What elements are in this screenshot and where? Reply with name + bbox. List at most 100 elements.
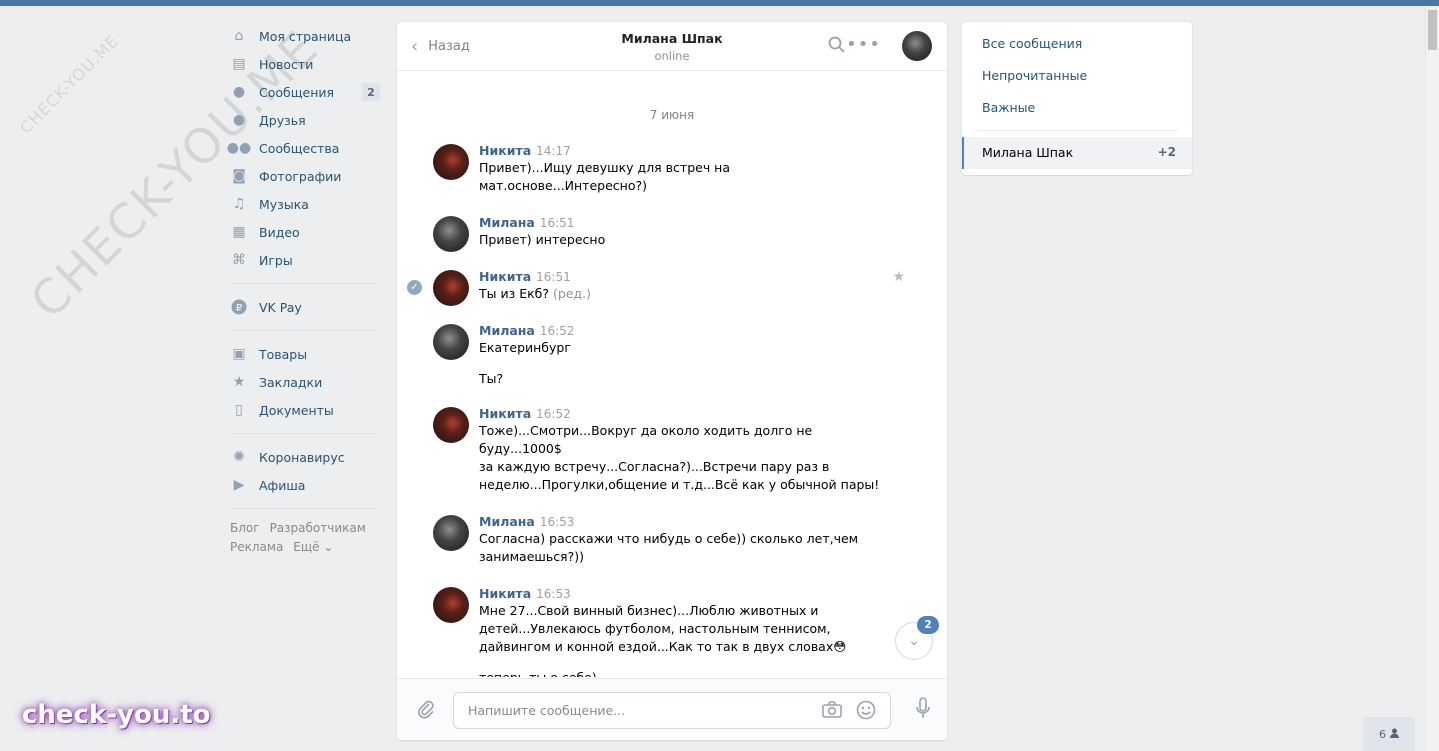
active-chat-name: Милана Шпак (982, 145, 1074, 160)
author-name[interactable]: Милана (479, 323, 535, 338)
play-icon: ▶ (233, 477, 245, 493)
nav-item-label: Сообщения (259, 84, 335, 100)
filter-unread[interactable]: Непрочитанные (982, 68, 1087, 83)
microphone-icon[interactable] (915, 697, 931, 726)
nav-item-games[interactable]: ⌘ Игры (230, 246, 380, 274)
author-name[interactable]: Никита (479, 406, 531, 421)
message-header: Никита 14:17 (479, 143, 887, 159)
nav-item-label: Товары (259, 346, 308, 362)
nav-item-home[interactable]: ⌂ Моя страница (230, 22, 380, 50)
message-input[interactable]: Напишите сообщение... (453, 692, 891, 729)
author-avatar[interactable] (433, 216, 469, 252)
message-item[interactable]: Никита 16:52 Тоже)...Смотри...Вокруг да ок… (397, 406, 947, 494)
message-time[interactable]: 16:52 (536, 407, 571, 421)
message-item[interactable]: Милана 16:53 Согласна) расскажи что нибудь… (397, 514, 947, 566)
nav-item-virus[interactable]: ✺ Коронавирус (230, 443, 380, 471)
author-name[interactable]: Никита (479, 586, 531, 601)
message-filters: Все сообщения Непрочитанные Важные Милан… (962, 22, 1192, 175)
message-item[interactable]: Никита 14:17 Привет)...Ищу девушку для вст… (397, 143, 947, 195)
author-avatar[interactable] (433, 515, 469, 551)
message-body: Согласна) расскажи что нибудь о себе)) с… (479, 531, 859, 564)
author-name[interactable]: Милана (479, 215, 535, 230)
star-icon: ★ (232, 374, 246, 390)
message-time[interactable]: 16:53 (536, 587, 571, 601)
footer-links: Блог Разработчикам Реклама Ещё ⌄ (230, 519, 380, 557)
nav-item-star[interactable]: ★ Закладки (230, 368, 380, 396)
message-item[interactable]: ✓ Никита 16:51 Ты из Екб? (ред.) ★ (397, 269, 947, 306)
nav-item-document[interactable]: ▯ Документы (230, 396, 380, 424)
nav-item-play[interactable]: ▶ Афиша (230, 471, 380, 499)
author-avatar[interactable] (433, 270, 469, 306)
author-name[interactable]: Никита (479, 269, 531, 284)
friends-icon: ● (232, 112, 246, 128)
active-chat-item[interactable]: Милана Шпак +2 (962, 137, 1192, 169)
message-text: Мне 27...Свой винный бизнес)...Люблю жив… (479, 602, 887, 656)
message-time[interactable]: 16:51 (536, 270, 571, 284)
top-bar (0, 0, 1439, 6)
footer-more-link[interactable]: Ещё ⌄ (293, 540, 333, 554)
author-name[interactable]: Никита (479, 143, 531, 158)
nav-item-label: Сообщества (259, 140, 340, 156)
message-text: Согласна) расскажи что нибудь о себе)) с… (479, 530, 887, 566)
message-history[interactable]: 7 июня Никита 14:17 Привет)...Ищу девушку … (397, 72, 947, 677)
nav-item-camera[interactable]: ◙ Фотографии (230, 162, 380, 190)
star-icon[interactable]: ★ (892, 269, 905, 285)
message-body: Мне 27...Свой винный бизнес)...Люблю жив… (479, 603, 847, 654)
nav-item-label: Моя страница (259, 28, 352, 44)
edited-label: (ред.) (553, 286, 591, 301)
nav-item-messages[interactable]: ● Сообщения 2 (230, 78, 380, 106)
message-text: Ты из Екб? (ред.) (479, 285, 887, 303)
virus-icon: ✺ (233, 449, 245, 465)
author-avatar[interactable] (433, 407, 469, 443)
author-name[interactable]: Милана (479, 514, 535, 529)
nav-item-communities[interactable]: ●● Сообщества (227, 134, 380, 162)
message-item[interactable]: Милана 16:52 Екатеринбург Ты? (397, 323, 947, 388)
watermark-logo: check-you.to (22, 700, 211, 730)
check-icon[interactable]: ✓ (407, 280, 422, 295)
peer-avatar[interactable] (902, 31, 932, 61)
attach-icon[interactable] (417, 699, 435, 724)
nav-item-label: Документы (259, 402, 334, 418)
emoji-icon[interactable] (856, 700, 876, 725)
author-avatar[interactable] (433, 144, 469, 180)
user-icon (1390, 728, 1399, 741)
camera-icon[interactable] (822, 701, 842, 722)
nav-item-vkpay[interactable]: ₽ VK Pay (230, 293, 380, 321)
scrollbar-thumb[interactable] (1428, 10, 1437, 50)
footer-dev-link[interactable]: Разработчикам (270, 521, 366, 535)
nav-item-music[interactable]: ♫ Музыка (230, 190, 380, 218)
message-item[interactable]: Никита 16:53 Мне 27...Свой винный бизнес).… (397, 586, 947, 677)
message-time[interactable]: 16:53 (540, 515, 575, 529)
footer-blog-link[interactable]: Блог (230, 521, 260, 535)
date-separator: 7 июня (649, 108, 695, 122)
message-time[interactable]: 16:51 (540, 216, 575, 230)
music-icon: ♫ (232, 196, 246, 212)
message-header: Милана 16:53 (479, 514, 887, 530)
nav-item-friends[interactable]: ● Друзья (230, 106, 380, 134)
nav-divider (232, 508, 378, 509)
message-body: Ты из Екб? (479, 286, 550, 301)
vkpay-icon: ₽ (230, 298, 248, 316)
nav-item-label: Фотографии (259, 168, 342, 184)
author-avatar[interactable] (433, 587, 469, 623)
page-scrollbar[interactable] (1425, 6, 1439, 751)
footer-ads-link[interactable]: Реклама (230, 540, 283, 554)
message-item[interactable]: Милана 16:51 Привет) интересно (397, 215, 947, 252)
nav-item-news[interactable]: ▤ Новости (230, 50, 380, 78)
document-icon: ▯ (235, 402, 243, 418)
filter-all[interactable]: Все сообщения (982, 36, 1082, 51)
watermark-small: CHECK-YOU.ME (16, 31, 123, 138)
nav-item-label: Закладки (259, 374, 323, 390)
filter-important[interactable]: Важные (982, 100, 1035, 115)
nav-item-label: Музыка (259, 196, 309, 212)
author-avatar[interactable] (433, 324, 469, 360)
messages-count-badge: 2 (362, 83, 380, 101)
search-icon[interactable] (828, 36, 845, 57)
nav-item-video[interactable]: ▦ Видео (230, 218, 380, 246)
message-time[interactable]: 16:52 (540, 324, 575, 338)
nav-item-shopping-bag[interactable]: ▣ Товары (230, 340, 380, 368)
message-time[interactable]: 14:17 (536, 144, 571, 158)
more-icon[interactable]: ••• (846, 34, 881, 55)
online-friends-button[interactable]: 6 (1363, 717, 1415, 751)
news-icon: ▤ (232, 56, 246, 72)
